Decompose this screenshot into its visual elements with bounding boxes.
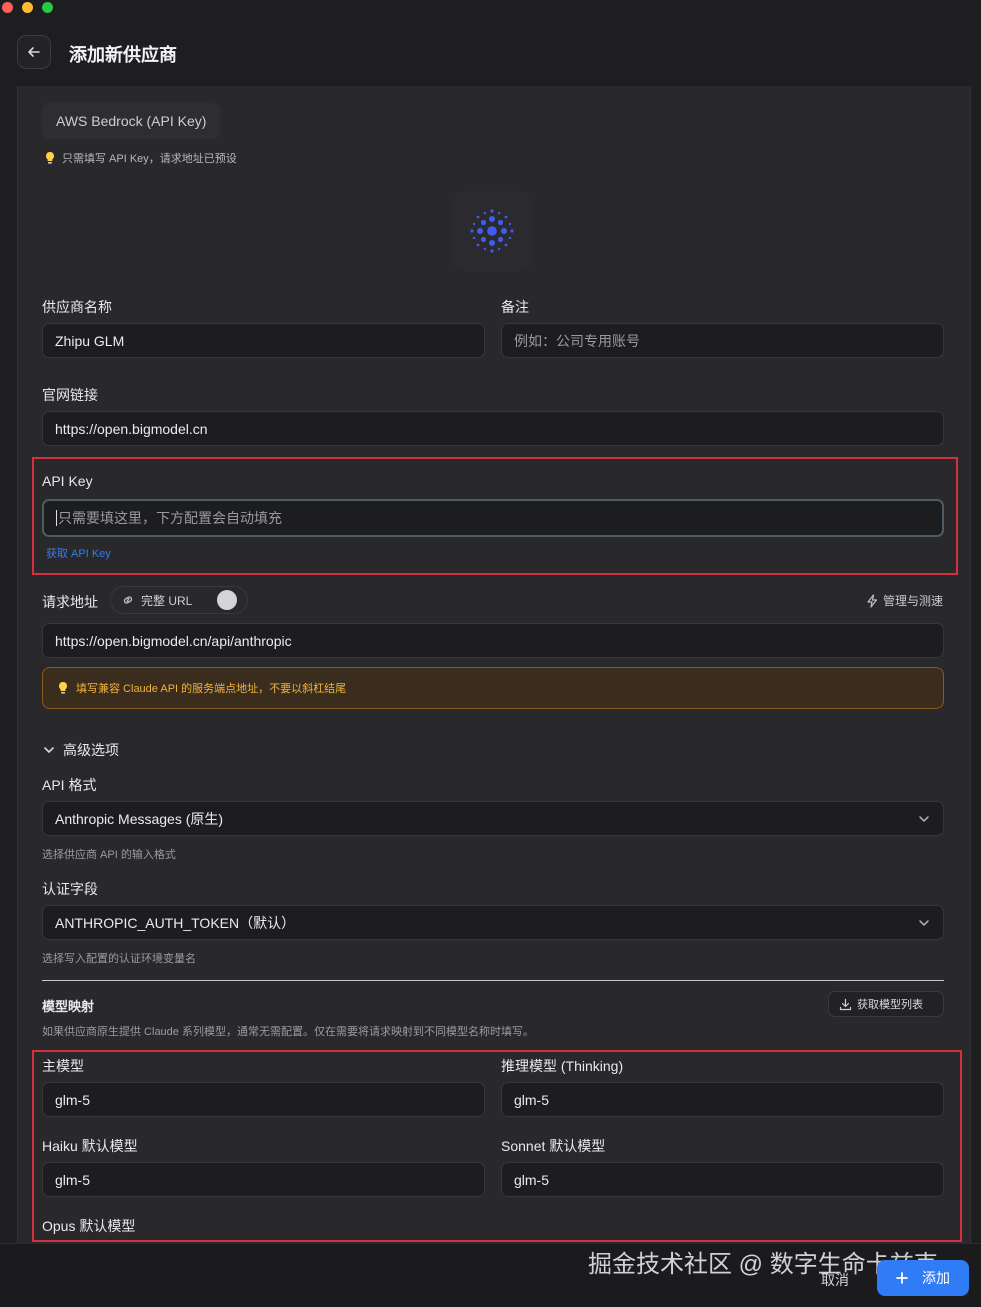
provider-name-input[interactable]: Zhipu GLM [42,323,485,358]
link-icon [123,596,133,604]
haiku-model-label: Haiku 默认模型 [42,1138,138,1154]
model-mapping-description: 如果供应商原生提供 Claude 系列模型，通常无需配置。仅在需要将请求映射到不… [42,1026,534,1038]
model-mapping-highlight [32,1050,962,1242]
sonnet-model-label: Sonnet 默认模型 [501,1138,606,1154]
provider-name-label: 供应商名称 [42,299,112,315]
window-minimize-button[interactable] [22,2,33,13]
text-cursor [56,510,57,526]
main-model-label: 主模型 [42,1058,84,1074]
auth-field-label: 认证字段 [42,881,98,897]
endpoint-warning-text: 填写兼容 Claude API 的服务端点地址，不要以斜杠结尾 [76,683,347,695]
fetch-models-label: 获取模型列表 [857,999,923,1011]
add-button-label: 添加 [922,1270,950,1286]
cancel-button[interactable]: 取消 [821,1270,849,1290]
advanced-options-label: 高级选项 [63,742,119,758]
preset-tip: 只需填写 API Key，请求地址已预设 [44,150,237,166]
full-url-label: 完整 URL [141,593,193,608]
advanced-options-toggle[interactable]: 高级选项 [42,740,119,760]
endpoint-label: 请求地址 [42,594,98,610]
api-key-label: API Key [42,473,93,489]
window-zoom-button[interactable] [42,2,53,13]
website-label: 官网链接 [42,387,98,403]
api-format-hint: 选择供应商 API 的输入格式 [42,849,176,861]
download-icon [839,998,852,1010]
thinking-model-label: 推理模型 (Thinking) [501,1058,624,1074]
endpoint-input[interactable]: https://open.bigmodel.cn/api/anthropic [42,623,944,658]
full-url-toggle[interactable]: 完整 URL [110,586,248,614]
lightning-icon [867,593,878,608]
lightbulb-icon [59,682,67,694]
preset-chip-label: AWS Bedrock (API Key) [56,113,207,129]
manage-speedtest-label: 管理与测速 [883,594,944,608]
sonnet-model-input[interactable]: glm-5 [501,1162,944,1197]
auth-field-select[interactable]: ANTHROPIC_AUTH_TOKEN（默认） [42,905,944,940]
add-button[interactable]: 添加 [877,1260,969,1296]
thinking-model-input[interactable]: glm-5 [501,1082,944,1117]
arrow-left-icon [28,47,40,57]
main-model-input[interactable]: glm-5 [42,1082,485,1117]
section-divider [42,980,944,981]
model-mapping-title: 模型映射 [42,999,95,1014]
page-title: 添加新供应商 [69,45,177,65]
manage-speedtest-button[interactable]: 管理与测速 [866,592,943,609]
chevron-down-icon [919,919,929,926]
zhipu-logo-icon [452,191,532,271]
lightbulb-icon [46,152,54,164]
auth-field-hint: 选择写入配置的认证环境变量名 [42,953,196,965]
api-key-placeholder: 只需要填这里，下方配置会自动填充 [58,510,282,526]
preset-tip-text: 只需填写 API Key，请求地址已预设 [62,153,237,165]
notes-label: 备注 [501,299,529,315]
endpoint-warning: 填写兼容 Claude API 的服务端点地址，不要以斜杠结尾 [42,667,944,709]
opus-model-label: Opus 默认模型 [42,1218,136,1234]
preset-chip[interactable]: AWS Bedrock (API Key) [42,103,221,139]
auth-field-value: ANTHROPIC_AUTH_TOKEN（默认） [55,914,296,931]
chevron-down-icon [919,815,929,822]
api-key-input[interactable]: 只需要填这里，下方配置会自动填充 [42,499,944,537]
api-format-select[interactable]: Anthropic Messages (原生) [42,801,944,836]
notes-input[interactable]: 例如：公司专用账号 [501,323,944,358]
api-format-label: API 格式 [42,777,97,793]
back-button[interactable] [17,35,51,69]
api-format-value: Anthropic Messages (原生) [55,810,224,827]
plus-icon [896,1272,908,1284]
haiku-model-input[interactable]: glm-5 [42,1162,485,1197]
website-input[interactable]: https://open.bigmodel.cn [42,411,944,446]
get-api-key-link[interactable]: 获取 API Key [46,545,111,561]
toggle-switch[interactable] [217,590,237,610]
fetch-models-button[interactable]: 获取模型列表 [828,991,944,1017]
chevron-down-icon [44,747,54,753]
window-close-button[interactable] [2,2,13,13]
